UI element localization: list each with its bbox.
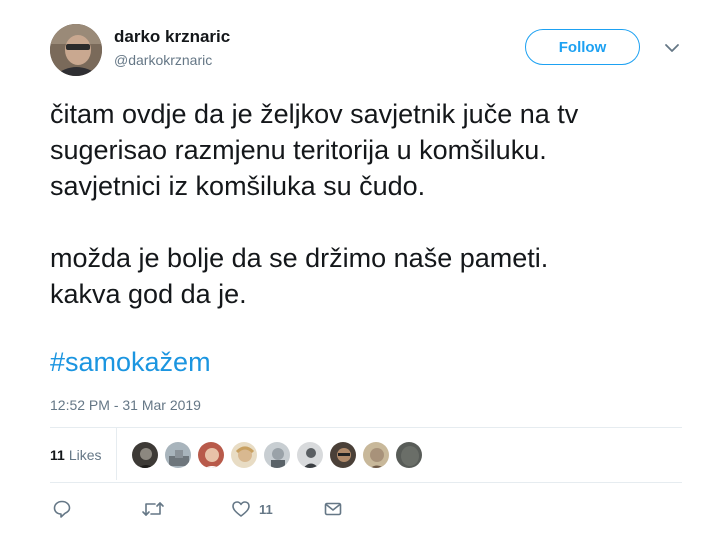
like-count: 11	[259, 501, 273, 517]
divider	[116, 428, 117, 480]
tweet-line: savjetnici iz komšiluka su čudo.	[50, 171, 426, 201]
avatar-photo	[50, 24, 102, 76]
heart-icon	[232, 501, 250, 517]
liker-avatar[interactable]	[395, 441, 423, 469]
tweet-timestamp[interactable]: 12:52 PM - 31 Mar 2019	[50, 397, 201, 413]
liker-avatar[interactable]	[329, 441, 357, 469]
liker-avatar[interactable]	[197, 441, 225, 469]
tweet-card: darko krznaric @darkokrznaric Follow čit…	[0, 0, 714, 533]
direct-message-button[interactable]	[323, 497, 343, 521]
tweet-actions: 11	[50, 497, 370, 521]
likes-label[interactable]: 11 Likes	[50, 447, 102, 463]
hashtag-link[interactable]: #samokažem	[50, 344, 211, 380]
retweet-button[interactable]	[141, 497, 165, 521]
like-button[interactable]: 11	[231, 497, 273, 521]
tweet-line: čitam ovdje da je željkov savjetnik juče…	[50, 99, 579, 129]
author-avatar[interactable]	[50, 24, 102, 76]
likes-count: 11	[50, 447, 65, 463]
reply-button[interactable]	[52, 497, 72, 521]
liker-avatar[interactable]	[164, 441, 192, 469]
tweet-line: možda je bolje da se držimo naše pameti.	[50, 243, 549, 273]
divider	[50, 482, 682, 483]
reply-icon	[53, 500, 71, 518]
liker-avatar[interactable]	[362, 441, 390, 469]
retweet-icon	[142, 502, 164, 516]
chevron-down-icon	[665, 44, 679, 52]
author-name[interactable]: darko krznaric	[114, 27, 230, 47]
tweet-text: čitam ovdje da je željkov savjetnik juče…	[50, 96, 690, 312]
liker-avatar[interactable]	[296, 441, 324, 469]
author-handle[interactable]: @darkokrznaric	[114, 52, 212, 68]
liker-avatars	[131, 441, 428, 469]
more-options-caret[interactable]	[662, 38, 682, 58]
likes-summary[interactable]: 11 Likes	[50, 440, 102, 470]
tweet-paragraph-gap	[50, 204, 690, 240]
divider	[50, 427, 682, 428]
liker-avatar[interactable]	[131, 441, 159, 469]
likes-text: Likes	[68, 447, 102, 463]
tweet-line: kakva god da je.	[50, 279, 247, 309]
follow-button[interactable]: Follow	[525, 29, 640, 65]
tweet-line: sugerisao razmjenu teritorija u komšiluk…	[50, 135, 547, 165]
liker-avatar[interactable]	[263, 441, 291, 469]
mail-icon	[324, 502, 342, 516]
liker-avatar[interactable]	[230, 441, 258, 469]
